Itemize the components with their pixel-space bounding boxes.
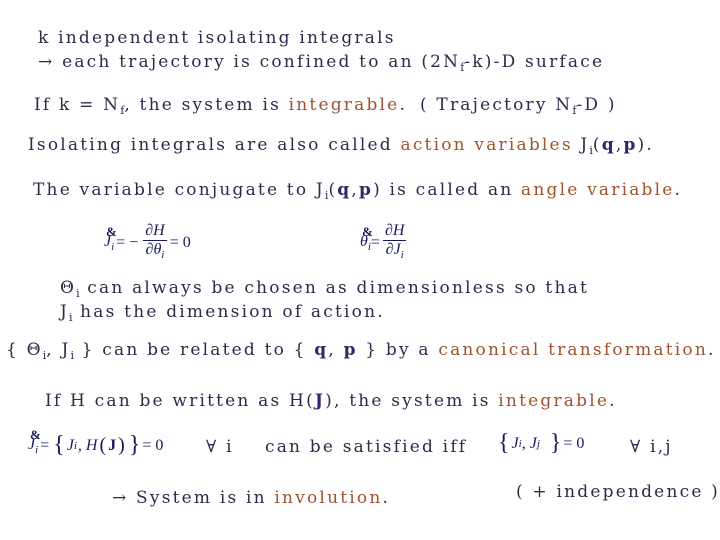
q-symbol: q bbox=[601, 135, 616, 155]
line-dimensionless: Θi can always be chosen as dimensionless… bbox=[60, 278, 589, 304]
j-symbol: J bbox=[66, 436, 74, 454]
highlight-action-variables: action variables bbox=[400, 135, 573, 155]
text: ( bbox=[592, 135, 602, 155]
line-action-variables: Isolating integrals are also called acti… bbox=[28, 135, 654, 161]
equation-poisson-bracket-jj: { Ji , Jj } = 0 bbox=[496, 430, 584, 457]
equals-zero: = 0 bbox=[169, 234, 191, 251]
open-brace: { bbox=[498, 430, 510, 456]
text: . bbox=[609, 391, 617, 411]
line-independence-note: ( + independence ) bbox=[516, 482, 720, 502]
text: k independent isolating integrals bbox=[38, 28, 396, 48]
close-paren: ) bbox=[118, 434, 125, 456]
highlight-integrable: integrable bbox=[498, 391, 610, 411]
denominator: ∂Ji bbox=[385, 241, 404, 261]
text: -k)-D surface bbox=[464, 52, 605, 72]
text: { Θ bbox=[6, 340, 43, 360]
text: ( + independence ) bbox=[516, 482, 720, 502]
forall-i: ∀ i bbox=[206, 437, 234, 457]
text: , bbox=[328, 340, 344, 360]
j-bold-symbol: J bbox=[108, 436, 117, 454]
text: The variable conjugate to J bbox=[33, 180, 325, 200]
h-symbol: , H bbox=[77, 436, 98, 454]
equals-zero: = 0 bbox=[142, 436, 164, 454]
text: ). bbox=[637, 135, 654, 155]
text: . bbox=[674, 180, 683, 200]
close-brace: } bbox=[128, 432, 141, 458]
highlight-canonical-transformation: canonical transformation bbox=[438, 340, 708, 360]
text: If H can be written as H( bbox=[45, 391, 315, 411]
line-canonical-transformation: { Θi, Ji } can be related to { q, p } by… bbox=[6, 340, 716, 366]
forall-symbol: ∀ i bbox=[206, 437, 234, 457]
text: , bbox=[351, 180, 359, 200]
text: } by a bbox=[357, 340, 439, 360]
text: each trajectory is confined to an (2N bbox=[62, 52, 461, 72]
p-symbol: p bbox=[623, 135, 638, 155]
fraction: ∂H ∂Ji bbox=[382, 222, 407, 264]
text: ( Trajectory N bbox=[420, 95, 573, 115]
numerator: ∂H bbox=[382, 222, 407, 241]
equals: = bbox=[40, 436, 50, 454]
comma: , bbox=[521, 434, 530, 452]
text: ( bbox=[328, 180, 338, 200]
q-symbol: q bbox=[337, 180, 352, 200]
text: If k = N bbox=[34, 95, 121, 115]
denominator: ∂θi bbox=[145, 241, 165, 261]
q-symbol: q bbox=[314, 340, 329, 360]
subscript: i bbox=[73, 439, 77, 452]
j-symbol: J bbox=[511, 434, 519, 452]
text: . bbox=[382, 488, 391, 508]
equation-theta-dot: θi = ∂H∂Ji bbox=[360, 222, 409, 264]
line-satisfied-iff: can be satisfied iff bbox=[265, 437, 467, 457]
text: } can be related to { bbox=[74, 340, 315, 360]
fraction: ∂H ∂θi bbox=[143, 222, 167, 264]
line-isolating-integrals: k independent isolating integrals bbox=[38, 28, 396, 48]
arrow-right-icon: → bbox=[112, 488, 129, 508]
equals-minus: = − bbox=[116, 234, 139, 251]
p-symbol: p bbox=[358, 180, 374, 200]
j-bold-symbol: J bbox=[314, 391, 326, 411]
forall-symbol: ∀ i,j bbox=[630, 437, 673, 457]
highlight-integrable: integrable bbox=[288, 95, 400, 115]
arrow-right-icon: → bbox=[38, 52, 55, 72]
text: can always be chosen as dimensionless so… bbox=[79, 278, 589, 298]
close-brace: } bbox=[549, 430, 562, 456]
text: ) is called an bbox=[373, 180, 522, 200]
forall-ij: ∀ i,j bbox=[630, 437, 673, 457]
line-h-of-j: If H can be written as H(J), the system … bbox=[45, 391, 617, 411]
equals-zero: = 0 bbox=[563, 434, 585, 452]
j-symbol: J bbox=[60, 302, 70, 322]
subscript: j bbox=[536, 437, 540, 450]
line-integrable-condition: If k = Nf, the system is integrable. bbox=[34, 95, 407, 121]
text: . bbox=[708, 340, 716, 360]
text: , the system is bbox=[124, 95, 289, 115]
text: , J bbox=[46, 340, 71, 360]
text: . bbox=[399, 95, 408, 115]
open-brace: { bbox=[53, 432, 65, 458]
line-angle-variable: The variable conjugate to Ji(q,p) is cal… bbox=[33, 180, 682, 206]
theta-dot: θi bbox=[360, 224, 373, 253]
line-involution: → System is in involution. bbox=[112, 488, 390, 508]
j-dot: Ji bbox=[28, 427, 41, 456]
text: -D ) bbox=[576, 95, 617, 115]
open-paren: ( bbox=[99, 434, 107, 456]
trajectory-note: ( Trajectory Nf-D ) bbox=[420, 95, 617, 121]
text: can be satisfied iff bbox=[265, 437, 468, 457]
equation-poisson-bracket-h: Ji = { Ji , H (J) } = 0 bbox=[28, 427, 164, 459]
text: Isolating integrals are also called bbox=[28, 135, 401, 155]
theta-symbol: Θ bbox=[60, 278, 77, 298]
text: has the dimension of action. bbox=[72, 302, 385, 322]
text: ), the system is bbox=[325, 391, 499, 411]
numerator: ∂H bbox=[143, 222, 167, 241]
equation-j-dot: Ji = − ∂H∂θi = 0 bbox=[104, 222, 191, 264]
j-symbol: J bbox=[529, 434, 537, 452]
highlight-involution: involution bbox=[274, 488, 383, 508]
line-dimension-action: Ji has the dimension of action. bbox=[60, 302, 385, 328]
highlight-angle-variable: angle variable bbox=[521, 180, 675, 200]
text: J bbox=[572, 135, 590, 155]
p-symbol: p bbox=[343, 340, 358, 360]
line-trajectory-confined: → each trajectory is confined to an (2Nf… bbox=[38, 52, 604, 78]
j-dot: Ji bbox=[104, 224, 117, 253]
text: System is in bbox=[128, 488, 275, 508]
